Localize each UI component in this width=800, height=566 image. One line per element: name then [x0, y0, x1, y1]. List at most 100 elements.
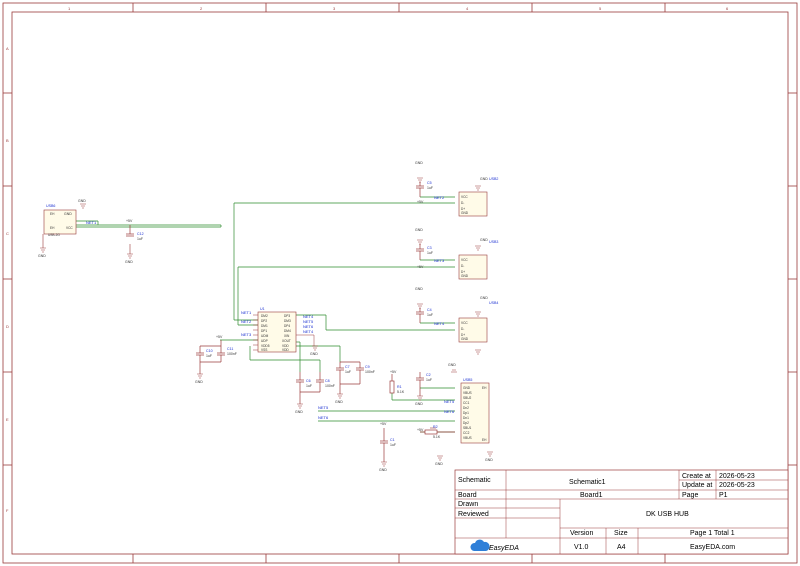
net5-label-usb5: NET5: [318, 405, 329, 410]
row-marker-e: E: [6, 417, 9, 422]
svg-text:VBUS: VBUS: [463, 391, 472, 395]
c6-value: 1uF: [306, 384, 312, 388]
c1-ref: C1: [390, 438, 395, 442]
c11-value: 100nF: [227, 352, 237, 356]
usb-input-pin-eh: EH: [50, 226, 55, 230]
svg-text:CC2: CC2: [463, 431, 470, 435]
board-label: Board: [458, 492, 477, 499]
gnd-label-c6: GND: [295, 410, 303, 414]
logo-text: EasyEDA: [489, 545, 519, 552]
usb5-ref: USB5: [463, 378, 472, 382]
schematic-sheet: A B C D E F 1 2 3 4 5 6 USB6 USB-2G GND …: [2, 2, 798, 564]
row-marker-d: D: [6, 324, 9, 329]
svg-text:CC1: CC1: [463, 401, 470, 405]
usb-port-usb2[interactable]: USB2 VCC D- D+ GND: [458, 177, 498, 217]
svg-text:DM3: DM3: [284, 319, 291, 323]
svg-text:DM4: DM4: [284, 329, 291, 333]
usb4-pin-gnd: GND: [461, 337, 469, 341]
svg-text:Dn1: Dn1: [463, 416, 469, 420]
vcc-label-u1: +5V: [216, 335, 223, 339]
usb4-ref: USB4: [489, 301, 498, 305]
version-value: V1.0: [574, 544, 589, 551]
usb2-ref: USB2: [489, 177, 498, 181]
usb4-pin-dm: D-: [461, 327, 464, 331]
gnd-label-usb5: GND: [448, 363, 456, 367]
svg-text:UDP: UDP: [261, 339, 268, 343]
net5-label-usb5-b: NET5: [444, 399, 455, 404]
usb-input-ref: USB6: [46, 204, 55, 208]
page-value: P1: [719, 492, 728, 499]
c2-ref: C2: [426, 373, 431, 377]
svg-text:DM1: DM1: [261, 324, 268, 328]
gnd-label-c9: GND: [335, 400, 343, 404]
usb-input-pin-vcc: VCC: [66, 226, 73, 230]
usb-port-usb5[interactable]: USB5 GNDVBUSSBU2 CC1Dn2Dp1 Dn1Dp2SBU1 CC…: [460, 378, 490, 444]
col-marker-2: 2: [200, 6, 203, 11]
vcc-label-c12: +5V: [126, 219, 133, 223]
col-marker-4: 4: [466, 6, 469, 11]
c11-ref: C11: [227, 347, 233, 351]
c7-value: 1uF: [345, 370, 351, 374]
border-markers: A B C D E F 1 2 3 4 5 6: [6, 6, 729, 513]
usb2-pin-gnd: GND: [461, 211, 469, 215]
svg-text:DP4: DP4: [284, 324, 290, 328]
usb-input-name: USB-2G: [48, 233, 60, 237]
c12-ref: C12: [137, 232, 144, 236]
svg-text:EH: EH: [482, 386, 487, 390]
c5-value: 1uF: [427, 186, 433, 190]
r1-value: 5.1K: [397, 390, 405, 394]
vcc-label-r2: +5V: [417, 428, 424, 432]
gnd-label-r2: GND: [435, 462, 443, 466]
svg-text:VSS: VSS: [261, 348, 267, 352]
reviewed-label: Reviewed: [458, 511, 489, 518]
gnd-label-usb2: GND: [480, 177, 488, 181]
wires: [48, 196, 455, 433]
row-marker-b: B: [6, 138, 9, 143]
usb2-pin-dm: D-: [461, 201, 464, 205]
u1-ref: U1: [260, 307, 265, 311]
create-at-label: Create at: [682, 473, 711, 480]
c1-value: 1uF: [390, 443, 396, 447]
net4-label-u1-b: NET4: [303, 329, 314, 334]
gnd-label-usbin: GND: [38, 254, 46, 258]
c10-value: 1uF: [206, 354, 212, 358]
net6-label-usb5-b: NET6: [444, 409, 455, 414]
c10-ref: C10: [206, 349, 213, 353]
svg-text:GND: GND: [463, 386, 471, 390]
r2-value: 5.1K: [433, 435, 441, 439]
vcc-label-c3: +5V: [417, 265, 424, 269]
c7-ref: C7: [345, 365, 350, 369]
svg-text:SBU2: SBU2: [463, 396, 472, 400]
website: EasyEDA.com: [690, 544, 735, 551]
gnd-label-c3: GND: [415, 228, 423, 232]
schematic-name: Schematic1: [569, 479, 606, 486]
col-marker-3: 3: [333, 6, 336, 11]
vcc-label-c1: +5V: [380, 422, 387, 426]
net1-label-u1: NET1: [241, 310, 252, 315]
drawn-label: Drawn: [458, 501, 478, 508]
net3-label-u1: NET3: [241, 332, 252, 337]
c9-ref: C9: [365, 365, 370, 369]
usb-input-connector[interactable]: USB6 USB-2G GND EH EH VCC NET1: [43, 204, 97, 237]
vcc-label-c5: +5V: [417, 200, 424, 204]
r2-ref: R2: [433, 425, 438, 429]
usb3-pin-gnd: GND: [461, 274, 469, 278]
update-at-label: Update at: [682, 482, 712, 489]
schematic-label: Schematic: [458, 477, 491, 484]
net2-label-u1: NET2: [241, 319, 252, 324]
net3-label-usb3: NET3: [434, 258, 445, 263]
usb-port-usb4[interactable]: USB4 VCC D- D+ GND: [458, 301, 498, 343]
svg-text:DP1: DP1: [261, 329, 267, 333]
vcc-label-r1: +5V: [390, 370, 397, 374]
svg-text:SBU1: SBU1: [463, 426, 472, 430]
c9-value: 100nF: [365, 370, 375, 374]
col-marker-1: 1: [68, 6, 71, 11]
svg-text:DP2: DP2: [261, 319, 267, 323]
c6-ref: C6: [306, 379, 311, 383]
usb3-pin-dm: D-: [461, 264, 464, 268]
c12-value: 1uF: [137, 237, 143, 241]
gnd-label-u1: GND: [310, 352, 318, 356]
page-label: Page: [682, 492, 698, 499]
net6-label-usb5: NET6: [318, 415, 329, 420]
svg-text:DM2: DM2: [261, 314, 268, 318]
